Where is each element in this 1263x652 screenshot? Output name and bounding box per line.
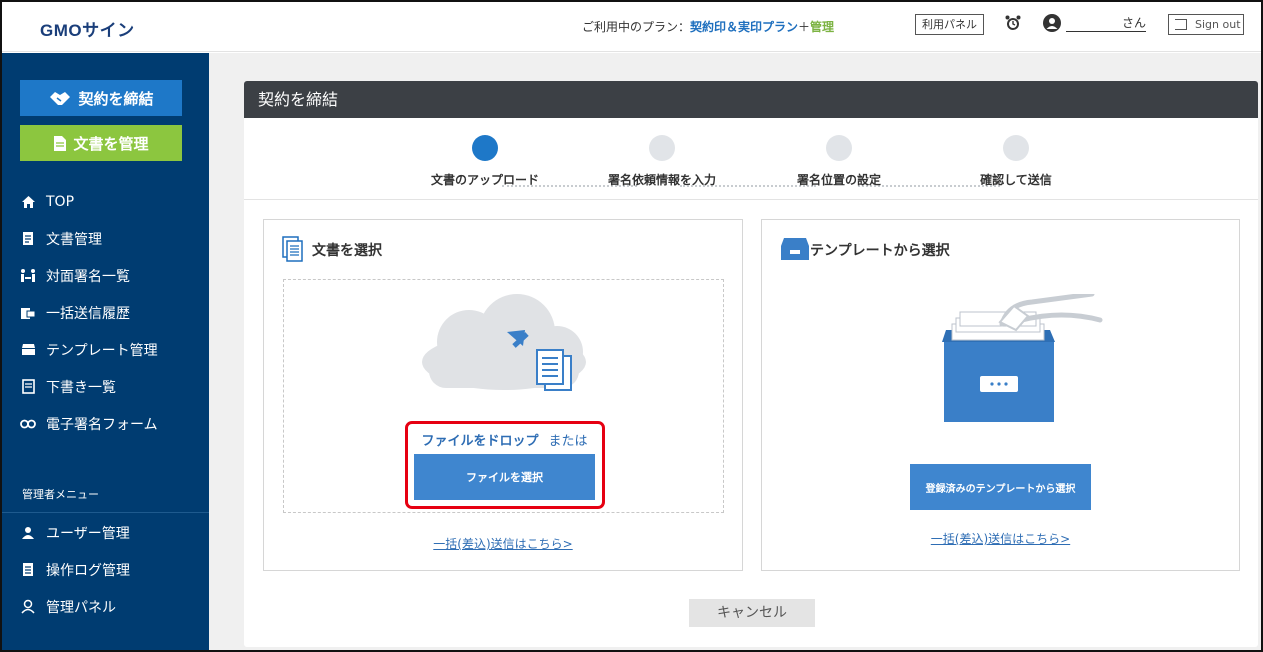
sidebar-item-label: 文書管理 <box>46 231 102 248</box>
highlight-box <box>405 421 605 509</box>
sidebar-item-esign-form[interactable]: 電子署名フォーム <box>2 405 209 442</box>
sidebar-item-bulk-history[interactable]: 一括送信履歴 <box>2 294 209 331</box>
admin-menu-label: 管理者メニュー <box>22 488 99 501</box>
draft-icon <box>20 379 36 395</box>
panel-title: 文書を選択 <box>312 243 382 259</box>
signout-label: Sign out <box>1195 18 1241 31</box>
sidebar: 契約を締結 文書を管理 TOP 文書管理 対面署名一覧 一括送信履歴 テンプレー… <box>2 53 209 650</box>
sidebar-item-templates[interactable]: テンプレート管理 <box>2 331 209 368</box>
step-label: 署名位置の設定 <box>796 173 881 187</box>
step-upload: 文書のアップロード <box>405 118 565 188</box>
main-nav: TOP 文書管理 対面署名一覧 一括送信履歴 テンプレート管理 下書き一覧 電子… <box>2 183 209 442</box>
sidebar-item-label: テンプレート管理 <box>46 342 158 359</box>
step-label: 確認して送信 <box>980 173 1052 187</box>
face-sign-icon <box>20 268 36 284</box>
bulk-send-link[interactable]: 一括(差込)送信はこちら> <box>264 535 742 552</box>
sidebar-item-label: 管理パネル <box>46 599 116 616</box>
sidebar-item-users[interactable]: ユーザー管理 <box>2 514 209 551</box>
signout-button[interactable]: Sign out <box>1168 14 1244 35</box>
plan-prefix: ご利用中のプラン： <box>582 20 691 34</box>
sidebar-item-label: TOP <box>46 193 75 210</box>
cloud-upload-icon <box>419 294 589 418</box>
sidebar-item-documents[interactable]: 文書管理 <box>2 220 209 257</box>
sidebar-item-face-sign[interactable]: 対面署名一覧 <box>2 257 209 294</box>
document-stack-icon <box>282 236 304 266</box>
file-dropzone[interactable]: ファイルをドロップ または ファイルを選択 <box>283 279 724 513</box>
usage-panel-button[interactable]: 利用パネル <box>915 14 984 35</box>
file-icon <box>54 135 67 151</box>
step-request-info: 署名依頼情報を入力 <box>582 118 742 188</box>
sidebar-item-admin-panel[interactable]: 管理パネル <box>2 588 209 625</box>
select-template-button[interactable]: 登録済みのテンプレートから選択 <box>910 464 1091 510</box>
manage-documents-button[interactable]: 文書を管理 <box>20 125 182 161</box>
user-avatar-icon[interactable] <box>1043 14 1061 32</box>
top-header: GMOサイン ご利用中のプラン：契約印＆実印プラン＋管理 利用パネル さん Si… <box>2 2 1261 52</box>
sidebar-item-drafts[interactable]: 下書き一覧 <box>2 368 209 405</box>
manage-documents-label: 文書を管理 <box>73 134 149 153</box>
sidebar-item-label: 電子署名フォーム <box>46 416 158 433</box>
template-icon <box>20 342 36 358</box>
contract-button-label: 契約を締結 <box>78 89 154 108</box>
step-dot <box>472 135 498 161</box>
sidebar-item-logs[interactable]: 操作ログ管理 <box>2 551 209 588</box>
step-confirm-send: 確認して送信 <box>936 118 1096 188</box>
plan-info: ご利用中のプラン：契約印＆実印プラン＋管理 <box>582 18 834 35</box>
signout-icon <box>1175 19 1187 30</box>
sidebar-item-label: 操作ログ管理 <box>46 562 130 579</box>
plan-admin: 管理 <box>810 20 835 34</box>
step-dot <box>649 135 675 161</box>
panel-title: テンプレートから選択 <box>810 243 950 259</box>
step-dot <box>1003 135 1029 161</box>
sidebar-item-top[interactable]: TOP <box>2 183 209 220</box>
template-box-icon <box>780 236 810 266</box>
admin-nav: ユーザー管理 操作ログ管理 管理パネル <box>2 514 209 625</box>
gmo-sign-logo[interactable]: GMOサイン <box>40 16 135 41</box>
app-frame: GMOサイン ご利用中のプラン：契約印＆実印プラン＋管理 利用パネル さん Si… <box>0 0 1263 652</box>
plan-name: 契約印＆実印プラン <box>690 20 799 34</box>
step-label: 署名依頼情報を入力 <box>607 173 716 187</box>
alarm-clock-icon[interactable] <box>1004 14 1022 32</box>
select-document-panel: 文書を選択 ファイルをドロップ または ファイルを選択 一括(差込)送信はこちら… <box>263 219 743 571</box>
link-icon <box>20 416 36 432</box>
contract-button[interactable]: 契約を締結 <box>20 80 182 116</box>
file-drawer-icon <box>942 291 1107 433</box>
page-title: 契約を締結 <box>244 81 1258 118</box>
admin-divider <box>2 512 209 513</box>
handshake-icon <box>50 92 71 105</box>
sidebar-item-label: 下書き一覧 <box>46 379 116 396</box>
main-area: 契約を締結 文書のアップロード 署名依頼情報を入力 署名位置の設定 確認して送信… <box>209 53 1261 650</box>
step-label: 文書のアップロード <box>430 173 539 187</box>
bulk-send-icon <box>20 305 36 321</box>
home-icon <box>20 194 36 210</box>
cancel-button[interactable]: キャンセル <box>689 599 815 627</box>
plan-plus: ＋ <box>798 20 811 34</box>
log-icon <box>20 562 36 578</box>
sidebar-item-label: 一括送信履歴 <box>46 305 130 322</box>
user-name[interactable]: さん <box>1066 17 1146 32</box>
user-icon <box>20 525 36 541</box>
contract-card: 契約を締結 文書のアップロード 署名依頼情報を入力 署名位置の設定 確認して送信… <box>244 81 1258 647</box>
sidebar-item-label: ユーザー管理 <box>46 525 130 542</box>
document-icon <box>20 231 36 247</box>
step-sign-position: 署名位置の設定 <box>759 118 919 188</box>
admin-panel-icon <box>20 599 36 615</box>
select-template-panel: テンプレートから選択 登録済みのテンプレートから選択 一括(差込)送信はこちら> <box>761 219 1240 571</box>
sidebar-item-label: 対面署名一覧 <box>46 268 130 285</box>
bulk-send-link[interactable]: 一括(差込)送信はこちら> <box>762 530 1239 547</box>
step-dot <box>826 135 852 161</box>
step-indicator: 文書のアップロード 署名依頼情報を入力 署名位置の設定 確認して送信 <box>244 118 1258 200</box>
